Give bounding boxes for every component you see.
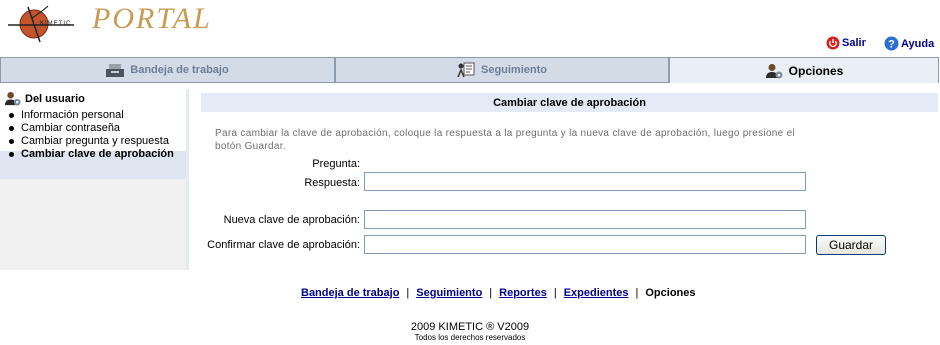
user-options-icon [5,91,21,106]
tab-seguimiento[interactable]: Seguimiento [335,57,669,83]
guardar-button[interactable]: Guardar [816,235,886,255]
portal-title: PORTAL [92,2,212,35]
nueva-clave-input[interactable] [364,210,806,229]
sidebar-title: Del usuario [4,91,85,106]
tray-icon [106,63,125,77]
help-icon: ? [884,36,899,51]
divider: | [406,287,410,299]
instructions: Para cambiar la clave de aprobación, col… [215,128,795,152]
footer-nav: Bandeja de trabajo | Seguimiento | Repor… [301,287,696,299]
footer-link-reportes[interactable]: Reportes [499,287,547,299]
tab-label: Seguimiento [480,64,547,76]
divider: | [553,287,557,299]
sidebar-title-label: Del usuario [25,92,85,105]
sidebar-item-cambiar-contrasena[interactable]: Cambiar contraseña [6,122,186,135]
divider: | [489,287,493,299]
rights-reserved: Todos los derechos reservados [414,333,526,342]
tab-opciones[interactable]: Opciones [669,57,939,83]
ayuda-label: Ayuda [901,37,935,50]
footer-link-expedientes[interactable]: Expedientes [564,287,629,299]
tracking-icon [457,62,475,78]
divider: | [635,287,639,299]
main-tabs: Bandeja de trabajo Seguimiento Opciones [0,57,939,83]
footer-item-opciones: Opciones [645,287,696,299]
sidebar-item-cambiar-clave[interactable]: Cambiar clave de aprobación [6,148,186,161]
user-options-icon [765,63,783,78]
respuesta-label: Respuesta: [304,177,360,189]
logo-text: KIMETIC [40,21,72,27]
salir-link[interactable]: Salir [826,36,866,50]
confirmar-clave-label: Confirmar clave de aprobación: [207,239,360,251]
footer-link-seguimiento[interactable]: Seguimiento [416,287,482,299]
tab-label: Opciones [788,63,844,78]
pregunta-label: Pregunta: [312,158,360,170]
sidebar-item-cambiar-pregunta[interactable]: Cambiar pregunta y respuesta [6,135,186,148]
svg-text:?: ? [888,39,895,51]
footer-link-bandeja[interactable]: Bandeja de trabajo [301,287,399,299]
salir-label: Salir [842,37,866,49]
sidebar: Del usuario Información personal Cambiar… [0,89,189,270]
sidebar-item-informacion-personal[interactable]: Información personal [6,109,186,122]
tab-label: Bandeja de trabajo [130,64,229,76]
ayuda-link[interactable]: ? Ayuda [884,36,934,51]
nueva-clave-label: Nueva clave de aprobación: [223,214,360,226]
page-title: Cambiar clave de aprobación [201,93,938,112]
respuesta-input[interactable] [364,172,806,191]
power-icon [826,36,840,50]
copyright: 2009 KIMETIC ® V2009 [410,321,530,333]
tab-bandeja-de-trabajo[interactable]: Bandeja de trabajo [0,57,335,83]
confirmar-clave-input[interactable] [364,235,806,254]
sidebar-list: Información personal Cambiar contraseña … [6,109,186,161]
